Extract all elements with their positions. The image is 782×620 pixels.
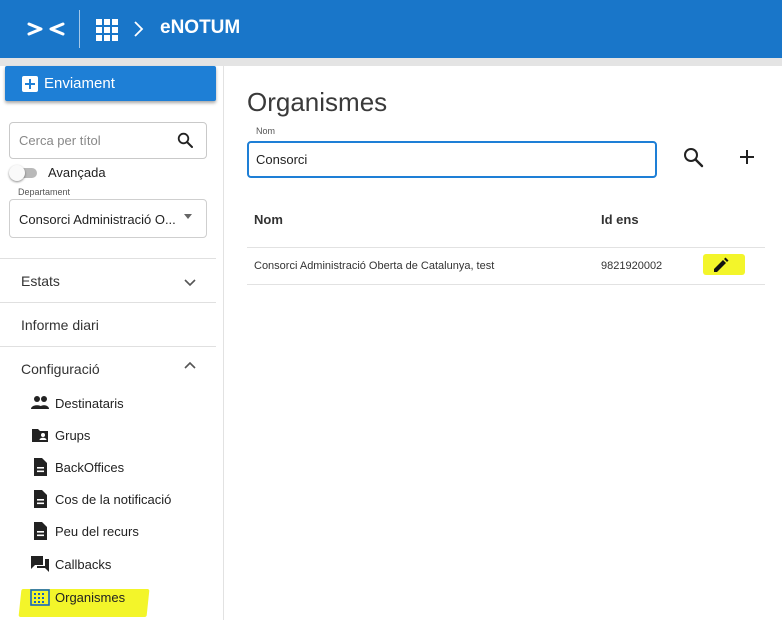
toggle-knob: [9, 165, 25, 181]
department-label: Departament: [18, 187, 71, 197]
advanced-toggle-label: Avançada: [48, 165, 106, 180]
config-item-label: BackOffices: [55, 459, 125, 475]
nom-field-label: Nom: [256, 126, 276, 136]
advanced-toggle[interactable]: [9, 165, 39, 181]
apps-grid-icon[interactable]: [96, 19, 118, 41]
folder-shared-icon: [32, 429, 48, 442]
forum-icon: [31, 556, 49, 572]
document-icon: [34, 490, 47, 508]
config-item-label: Peu del recurs: [55, 523, 139, 539]
header-divider: [79, 10, 80, 48]
cell-nom: Consorci Administració Oberta de Catalun…: [254, 260, 495, 272]
column-header-id-ens[interactable]: Id ens: [601, 212, 639, 227]
title-search-box: [9, 122, 207, 159]
nav-divider: [0, 302, 216, 303]
config-item-callbacks[interactable]: Callbacks: [30, 554, 111, 574]
config-item-label: Cos de la notificació: [55, 491, 172, 507]
new-enviament-button[interactable]: Enviament: [5, 66, 216, 101]
config-item-organismes[interactable]: Organismes: [30, 587, 125, 607]
config-item-label: Destinataris: [55, 395, 124, 411]
config-item-label: Callbacks: [55, 556, 112, 572]
config-item-label: Grups: [55, 427, 91, 443]
header-shadow-strip: [0, 58, 782, 66]
plus-icon[interactable]: [737, 147, 757, 167]
app-title[interactable]: eNOTUM: [160, 17, 240, 39]
cell-id-ens: 9821920002: [601, 260, 663, 272]
config-item-backoffices[interactable]: BackOffices: [30, 457, 124, 477]
config-item-destinataris[interactable]: Destinataris: [30, 393, 124, 413]
nav-item-configuracio[interactable]: Configuració: [21, 361, 100, 377]
new-enviament-label: Enviament: [44, 75, 115, 92]
search-icon[interactable]: [682, 146, 704, 168]
main-content: Organismes Nom Nom Id ens Consorci Admin…: [225, 66, 782, 620]
nav-divider: [0, 346, 216, 347]
document-icon: [34, 458, 47, 476]
config-item-cos-notificacio[interactable]: Cos de la notificació: [30, 489, 171, 509]
department-select[interactable]: Consorci Administració O...: [9, 199, 207, 238]
nav-divider: [0, 258, 216, 259]
table-divider: [247, 247, 765, 248]
nav-item-informe-diari[interactable]: Informe diari: [21, 317, 99, 333]
search-icon[interactable]: [177, 132, 193, 148]
people-icon: [31, 396, 49, 409]
nom-input[interactable]: [249, 143, 655, 176]
page-title: Organismes: [247, 87, 388, 117]
nom-field: [247, 141, 657, 178]
add-box-icon: [22, 75, 38, 92]
app-logo-icon[interactable]: [26, 16, 66, 42]
chevron-up-icon[interactable]: [184, 361, 196, 369]
table-divider: [247, 284, 765, 285]
config-item-peu-recurs[interactable]: Peu del recurs: [30, 521, 139, 541]
sidebar: Enviament Avançada Departament Consorci …: [0, 66, 224, 620]
top-bar: eNOTUM: [0, 0, 782, 58]
chevron-down-icon[interactable]: [184, 279, 196, 287]
edit-icon[interactable]: [712, 256, 730, 274]
chevron-right-icon: [134, 21, 144, 37]
dropdown-caret-icon: [184, 214, 192, 219]
nav-item-estats[interactable]: Estats: [21, 273, 60, 289]
title-search-input[interactable]: [10, 123, 175, 158]
config-item-grups[interactable]: Grups: [30, 425, 90, 445]
config-item-label: Organismes: [55, 589, 126, 605]
domain-icon: [30, 589, 50, 606]
department-value: Consorci Administració O...: [19, 212, 176, 227]
document-icon: [34, 522, 47, 540]
column-header-nom[interactable]: Nom: [254, 212, 283, 227]
